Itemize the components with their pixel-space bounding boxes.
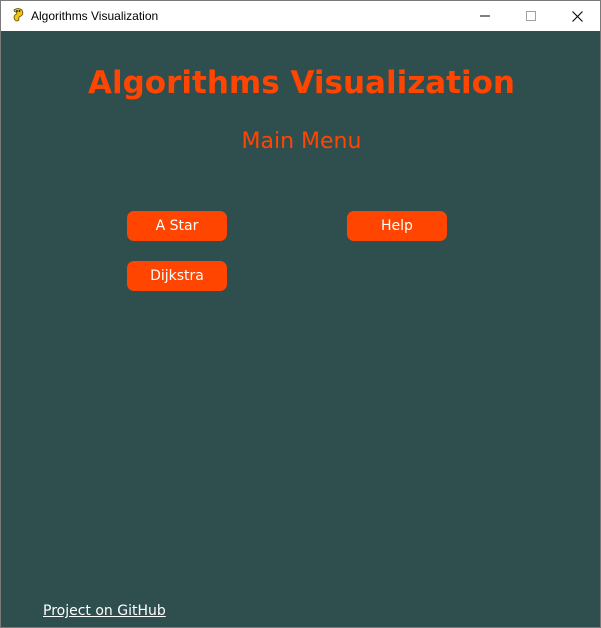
astar-button[interactable]: A Star bbox=[127, 211, 227, 241]
maximize-button[interactable] bbox=[508, 1, 554, 31]
minimize-icon bbox=[480, 15, 490, 17]
main-menu-screen: Algorithms Visualization Main Menu A Sta… bbox=[1, 31, 600, 627]
close-icon bbox=[571, 10, 583, 22]
app-window: Algorithms Visualization Algorithms Visu… bbox=[0, 0, 601, 628]
maximize-icon bbox=[526, 11, 536, 21]
window-title: Algorithms Visualization bbox=[31, 9, 159, 23]
help-button[interactable]: Help bbox=[347, 211, 447, 241]
pygame-snake-icon bbox=[10, 7, 26, 23]
minimize-button[interactable] bbox=[462, 1, 508, 31]
title-bar[interactable]: Algorithms Visualization bbox=[1, 1, 600, 31]
github-link[interactable]: Project on GitHub bbox=[43, 601, 166, 621]
close-button[interactable] bbox=[554, 1, 600, 31]
app-title: Algorithms Visualization bbox=[88, 65, 515, 101]
menu-heading: Main Menu bbox=[241, 129, 362, 154]
dijkstra-button[interactable]: Dijkstra bbox=[127, 261, 227, 291]
